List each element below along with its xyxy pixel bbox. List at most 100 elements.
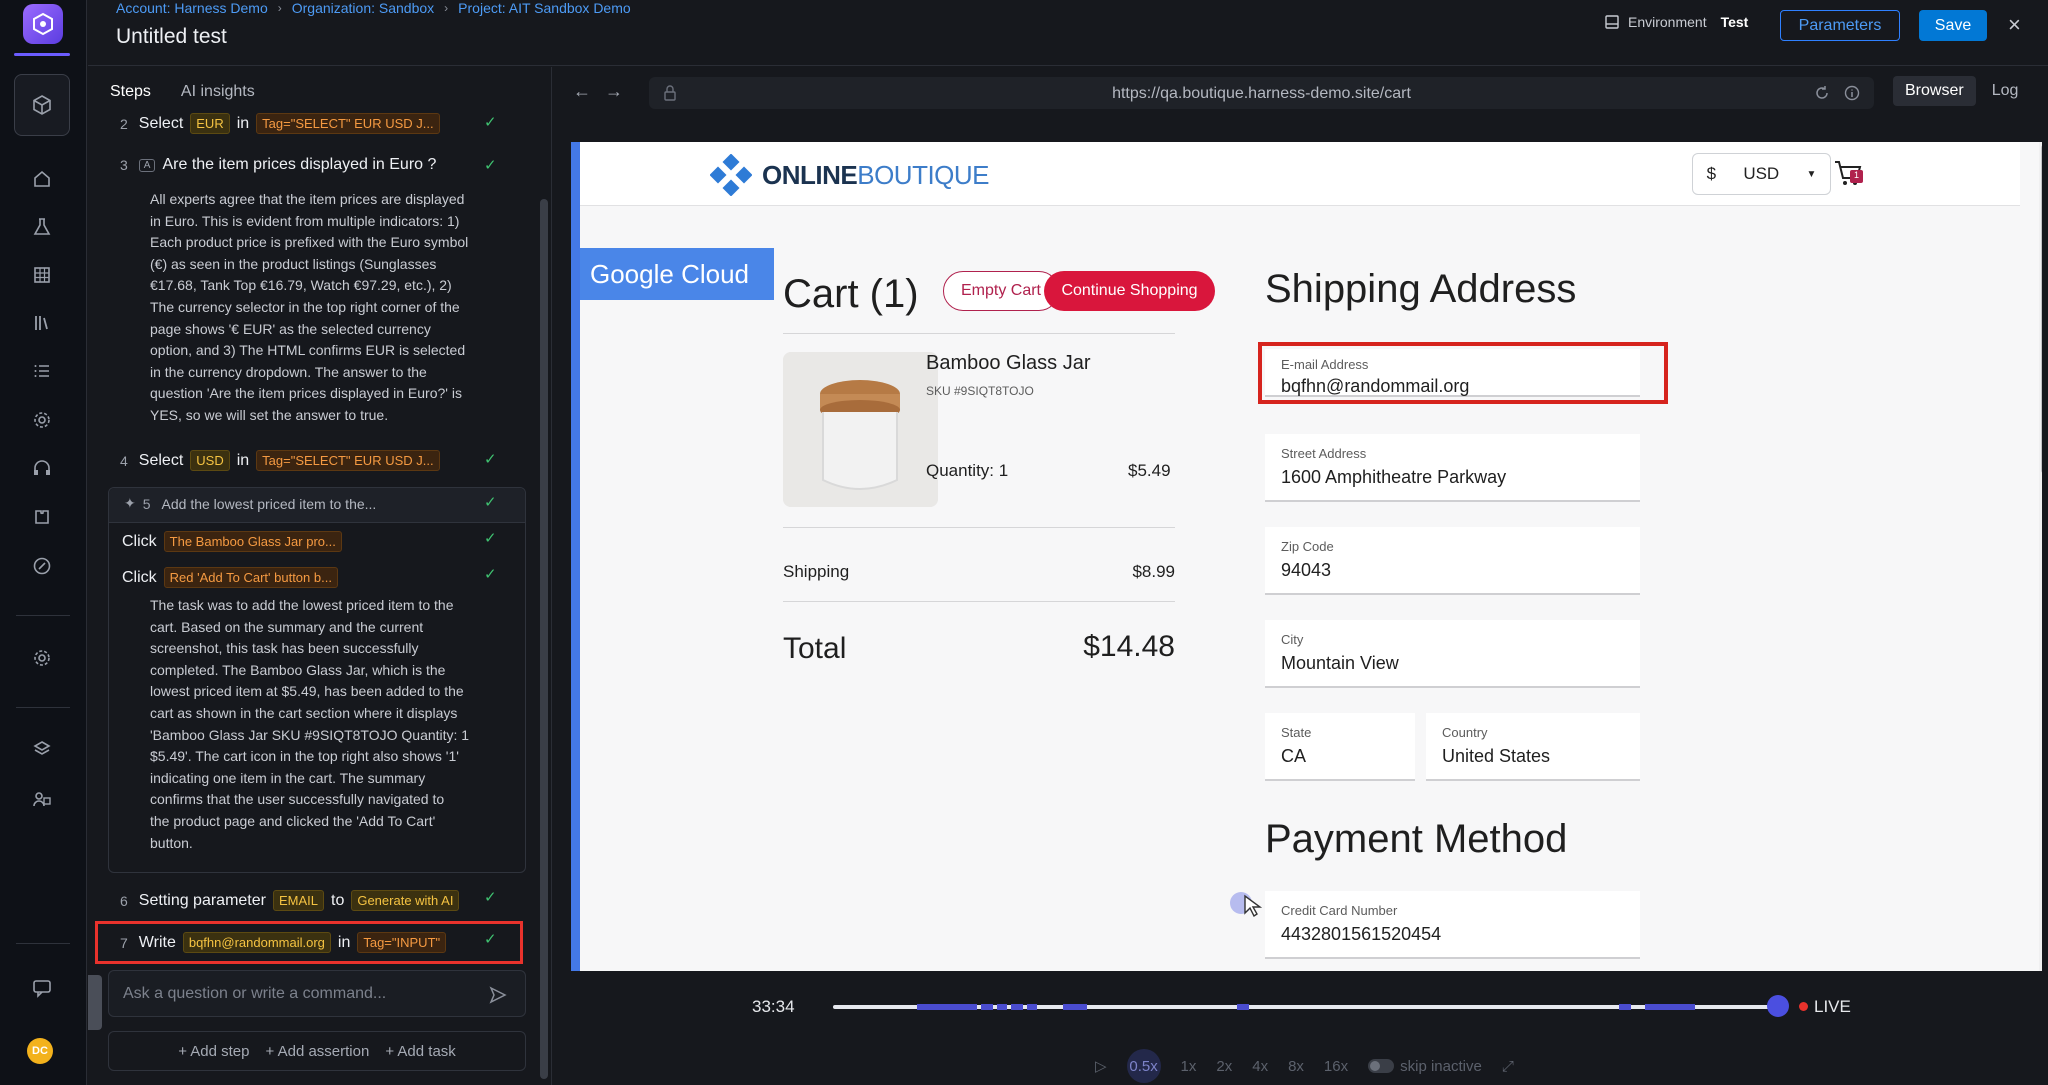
tab-ai-insights[interactable]: AI insights xyxy=(181,83,255,101)
home-icon[interactable] xyxy=(26,163,58,195)
breadcrumb-organization[interactable]: Organization: Sandbox xyxy=(292,0,434,16)
step-row[interactable]: 7 Write bqfhn@randommail.org in Tag="INP… xyxy=(120,932,447,953)
cart-icon[interactable]: 1 xyxy=(1833,158,1865,195)
environment-icon xyxy=(1605,15,1619,29)
currency-select[interactable]: $ USD ▼ xyxy=(1692,153,1831,195)
credit-card-field[interactable]: Credit Card Number 4432801561520454 xyxy=(1265,891,1640,959)
street-address-field[interactable]: Street Address 1600 Amphitheatre Parkway xyxy=(1265,434,1640,502)
empty-cart-button[interactable]: Empty Cart xyxy=(943,271,1059,311)
product-name[interactable]: Bamboo Glass Jar xyxy=(926,352,1091,375)
bookshelf-icon[interactable] xyxy=(26,307,58,339)
flask-icon[interactable] xyxy=(26,211,58,243)
step-row[interactable]: 3 A Are the item prices displayed in Eur… xyxy=(120,156,436,174)
page-title[interactable]: Untitled test xyxy=(116,25,227,49)
info-icon[interactable] xyxy=(1844,85,1860,101)
forward-arrow-icon[interactable]: → xyxy=(605,81,623,102)
live-indicator-dot xyxy=(1799,1002,1808,1011)
activity-segment xyxy=(1063,1004,1087,1010)
collapse-panel-handle[interactable] xyxy=(88,975,102,1030)
save-button[interactable]: Save xyxy=(1919,10,1987,41)
total-value: $14.48 xyxy=(1083,630,1175,663)
page-scrollbar[interactable] xyxy=(2039,142,2042,971)
command-placeholder: Ask a question or write a command... xyxy=(123,985,387,1002)
check-icon: ✓ xyxy=(484,114,497,131)
account-settings-icon[interactable] xyxy=(26,642,58,674)
product-quantity: Quantity: 1 xyxy=(926,461,1009,480)
zip-code-field[interactable]: Zip Code 94043 xyxy=(1265,527,1640,595)
country-field[interactable]: Country United States xyxy=(1426,713,1640,781)
send-icon[interactable] xyxy=(489,986,507,1004)
playback-time: 33:34 xyxy=(752,997,795,1016)
timeline-track[interactable] xyxy=(833,1004,1773,1010)
city-value: Mountain View xyxy=(1281,653,1399,673)
city-field[interactable]: City Mountain View xyxy=(1265,620,1640,688)
step-target-tag: Tag="SELECT" EUR USD J... xyxy=(256,113,440,134)
step-row[interactable]: 2 Select EUR in Tag="SELECT" EUR USD J..… xyxy=(120,113,440,134)
grid-icon[interactable] xyxy=(26,259,58,291)
rail-divider xyxy=(16,707,70,708)
browser-preview: ← → https://qa.boutique.harness-demo.sit… xyxy=(553,67,2048,1085)
page-scroll-thumb[interactable] xyxy=(2041,144,2042,474)
environment-indicator[interactable]: Environment Test xyxy=(1604,14,1748,30)
activity-segment xyxy=(1645,1004,1695,1010)
product-price: $5.49 xyxy=(1128,461,1171,480)
list-icon[interactable] xyxy=(26,355,58,387)
state-field[interactable]: State CA xyxy=(1265,713,1415,781)
panel-scrollbar[interactable] xyxy=(540,199,548,1079)
add-assertion-button[interactable]: + Add assertion xyxy=(266,1043,370,1060)
speed-option-16x[interactable]: 16x xyxy=(1324,1058,1348,1075)
add-task-button[interactable]: + Add task xyxy=(385,1043,455,1060)
product-image[interactable] xyxy=(783,352,938,507)
users-icon[interactable] xyxy=(26,783,58,815)
assertion-icon: A xyxy=(138,158,156,172)
timeline-scrubber[interactable] xyxy=(1767,995,1789,1017)
speed-option-4x[interactable]: 4x xyxy=(1252,1058,1268,1075)
settings-gear-icon[interactable] xyxy=(26,404,58,436)
card-value: 4432801561520454 xyxy=(1281,924,1442,944)
harness-logo-icon[interactable] xyxy=(23,4,63,44)
speed-option-2x[interactable]: 2x xyxy=(1216,1058,1232,1075)
tab-log[interactable]: Log xyxy=(1980,76,2031,106)
help-chat-icon[interactable] xyxy=(26,972,58,1004)
puzzle-icon[interactable] xyxy=(26,501,58,533)
step-row[interactable]: 6 Setting parameter EMAIL to Generate wi… xyxy=(120,890,460,911)
step-target-tag: Tag="INPUT" xyxy=(357,932,447,953)
breadcrumb-project[interactable]: Project: AIT Sandbox Demo xyxy=(458,0,631,16)
step-row[interactable]: ✦ 5 Add the lowest priced item to the... xyxy=(124,495,376,512)
parameters-button[interactable]: Parameters xyxy=(1780,10,1900,41)
live-label[interactable]: LIVE xyxy=(1814,997,1851,1017)
logo-text-light: BOUTIQUE xyxy=(857,159,990,190)
mouse-pointer-icon xyxy=(1244,894,1263,918)
skip-inactive-toggle[interactable] xyxy=(1368,1059,1395,1073)
step-row[interactable]: 4 Select USD in Tag="SELECT" EUR USD J..… xyxy=(120,450,440,471)
reload-icon[interactable] xyxy=(1814,85,1830,101)
tab-browser[interactable]: Browser xyxy=(1893,76,1976,106)
avatar[interactable]: DC xyxy=(27,1038,53,1064)
payment-method-title: Payment Method xyxy=(1265,817,1568,861)
back-arrow-icon[interactable]: ← xyxy=(573,81,591,102)
layers-icon[interactable] xyxy=(26,733,58,765)
speed-option-0-5x[interactable]: 0.5x xyxy=(1126,1049,1161,1083)
click-step-row[interactable]: Click The Bamboo Glass Jar pro... xyxy=(122,531,342,552)
step-number: 2 xyxy=(120,115,128,132)
speed-option-1x[interactable]: 1x xyxy=(1181,1058,1197,1075)
add-step-button[interactable]: + Add step xyxy=(178,1043,249,1060)
fullscreen-icon[interactable]: ⤢ xyxy=(1502,1058,1514,1075)
online-boutique-logo[interactable]: ONLINEBOUTIQUE xyxy=(710,154,990,196)
click-step-row[interactable]: Click Red 'Add To Cart' button b... xyxy=(122,567,338,588)
cart-title: Cart (1) xyxy=(783,272,919,316)
speed-option-8x[interactable]: 8x xyxy=(1288,1058,1304,1075)
step-verb: Click xyxy=(122,532,157,550)
breadcrumb-account[interactable]: Account: Harness Demo xyxy=(116,0,268,16)
continue-shopping-button[interactable]: Continue Shopping xyxy=(1044,271,1215,311)
url-bar[interactable]: https://qa.boutique.harness-demo.site/ca… xyxy=(649,77,1874,109)
command-input[interactable]: Ask a question or write a command... xyxy=(108,970,526,1017)
link-icon[interactable] xyxy=(26,550,58,582)
tab-steps[interactable]: Steps xyxy=(110,83,151,101)
module-switcher-icon[interactable] xyxy=(14,74,70,136)
currency-symbol: $ xyxy=(1706,164,1717,183)
close-icon[interactable]: × xyxy=(2008,12,2021,38)
play-icon[interactable]: ▷ xyxy=(1095,1057,1107,1075)
divider xyxy=(783,333,1175,334)
headset-icon[interactable] xyxy=(26,452,58,484)
